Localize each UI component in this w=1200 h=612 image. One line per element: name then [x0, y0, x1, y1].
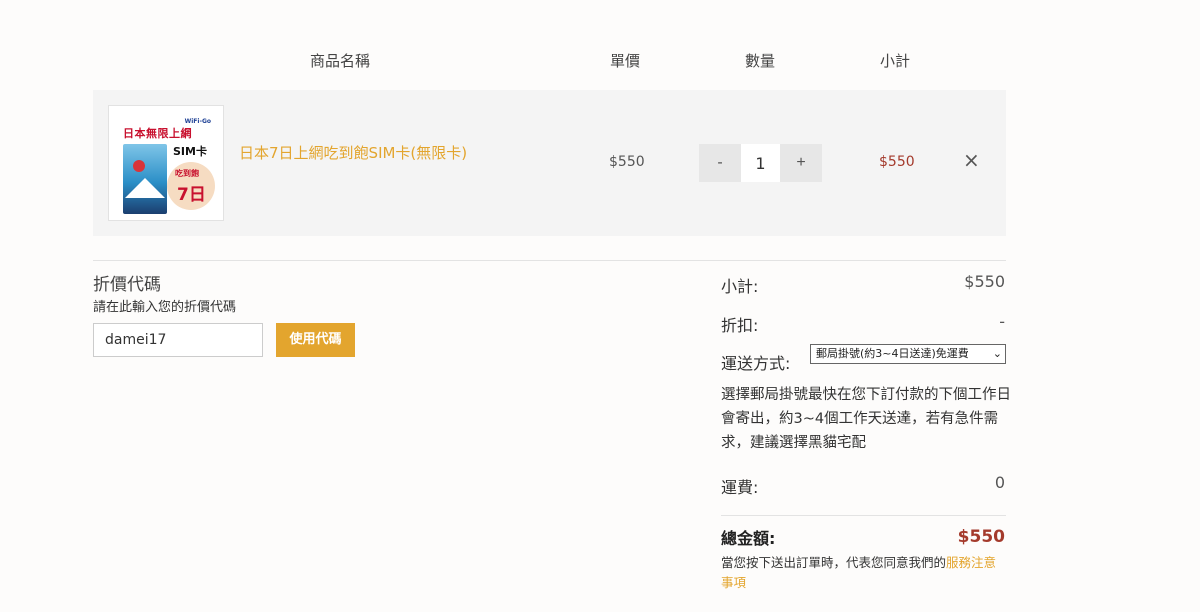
chevron-down-icon: ⌄: [992, 347, 1002, 360]
shipping-fee-value: 0: [994, 473, 1005, 492]
shipping-method-label: 運送方式:: [721, 354, 791, 373]
summary-subtotal-value: $550: [964, 272, 1005, 291]
total-label: 總金額:: [721, 529, 776, 548]
shipping-fee-label: 運費:: [721, 478, 759, 497]
shipping-description: 選擇郵局掛號最快在您下訂付款的下個工作日會寄出，約3~4個工作天送達，若有急件需…: [721, 387, 1011, 451]
thumbnail-badge-main: 7日: [177, 185, 206, 205]
summary-discount-label: 折扣:: [721, 316, 759, 335]
header-unit-price: 單價: [610, 52, 641, 70]
total-value: $550: [957, 527, 1005, 547]
mountain-icon: [125, 178, 165, 198]
unit-price: $550: [609, 154, 645, 170]
qty-decrease-button[interactable]: -: [699, 144, 741, 182]
section-divider: [93, 260, 1006, 261]
product-thumbnail[interactable]: 日本無限上網 WiFi-Go SIM卡 吃到飽 7日: [108, 105, 224, 221]
row-subtotal: $550: [879, 154, 915, 170]
sun-graphic: [133, 160, 145, 172]
total-divider: [721, 515, 1006, 516]
summary-discount-value: -: [999, 312, 1005, 331]
header-subtotal: 小計: [880, 52, 911, 70]
coupon-subtitle: 請在此輸入您的折價代碼: [93, 300, 237, 315]
product-name-link[interactable]: 日本7日上網吃到飽SIM卡(無限卡): [239, 142, 467, 163]
thumbnail-top-text: 日本無限上網: [123, 127, 192, 140]
thumbnail-badge-top: 吃到飽: [175, 169, 199, 178]
coupon-input[interactable]: [93, 323, 263, 357]
header-quantity: 數量: [745, 52, 776, 70]
qty-input[interactable]: [741, 144, 780, 182]
summary-subtotal-label: 小計:: [721, 277, 759, 296]
remove-item-icon[interactable]: ×: [963, 150, 980, 170]
thumbnail-sim-text: SIM卡: [173, 145, 207, 158]
coupon-title: 折價代碼: [93, 275, 161, 295]
qty-increase-button[interactable]: +: [780, 144, 822, 182]
cart-item-row: 日本無限上網 WiFi-Go SIM卡 吃到飽 7日 日本7日上網吃到飽SIM卡…: [93, 90, 1006, 236]
thumbnail-brand: WiFi-Go: [184, 118, 211, 125]
apply-coupon-button[interactable]: 使用代碼: [276, 323, 355, 357]
agreement-prefix: 當您按下送出訂單時，代表您同意我們的: [721, 555, 947, 570]
shipping-selected-value: 郵局掛號(約3~4日送達)免運費: [816, 347, 969, 360]
header-product-name: 商品名稱: [310, 52, 371, 70]
agreement-text: 當您按下送出訂單時，代表您同意我們的服務注意事項: [721, 553, 1006, 593]
shipping-method-select[interactable]: 郵局掛號(約3~4日送達)免運費 ⌄: [810, 344, 1006, 364]
